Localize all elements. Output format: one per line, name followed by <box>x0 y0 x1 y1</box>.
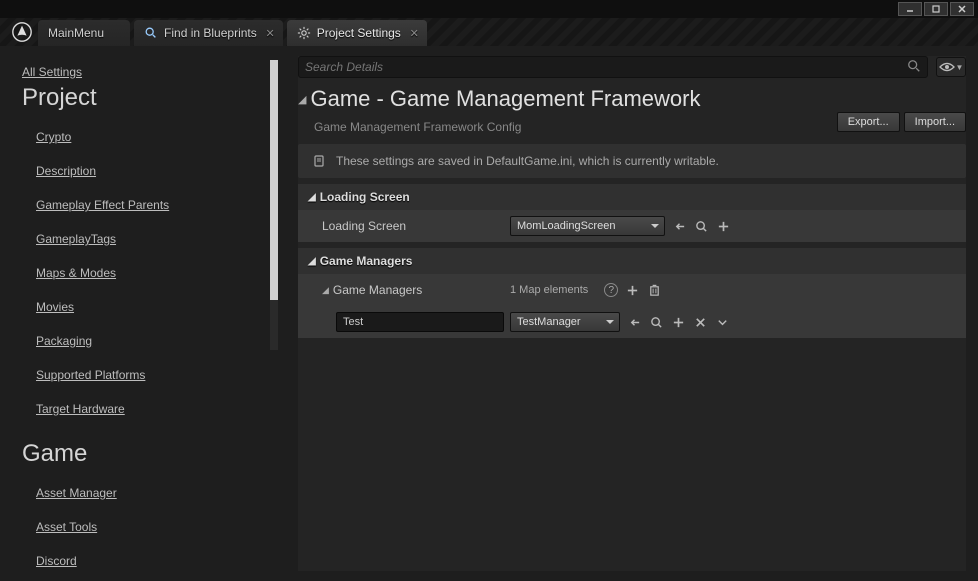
dropdown-more-icon[interactable] <box>714 314 730 330</box>
expand-icon[interactable]: ◢ <box>322 285 329 296</box>
sidebar-section-project: Project <box>22 84 290 112</box>
collapse-icon: ◢ <box>308 256 316 267</box>
sidebar-scrollbar-thumb[interactable] <box>270 60 278 300</box>
map-key-input[interactable] <box>336 312 504 332</box>
tab-bar: MainMenu Find in Blueprints ✕ Project Se… <box>0 18 978 46</box>
gear-icon <box>297 26 311 40</box>
section-collapse-toggle[interactable]: ◢ <box>298 93 306 106</box>
use-selected-asset-icon[interactable] <box>671 218 687 234</box>
sidebar-all-settings[interactable]: All Settings <box>22 60 290 84</box>
maximize-button[interactable] <box>924 2 948 16</box>
sidebar-item-target-hardware[interactable]: Target Hardware <box>36 397 290 421</box>
map-value-dropdown[interactable]: TestManager <box>510 312 620 332</box>
section-header-game-managers[interactable]: ◢ Game Managers <box>298 248 966 274</box>
clear-icon[interactable] <box>692 314 708 330</box>
search-icon <box>144 26 158 40</box>
sidebar-item-discord[interactable]: Discord <box>36 549 290 573</box>
tab-close-icon[interactable]: ✕ <box>266 27 275 40</box>
property-label-game-managers: ◢ Game Managers <box>298 283 510 297</box>
sidebar-item-packaging[interactable]: Packaging <box>36 329 290 353</box>
tab-close-icon[interactable]: ✕ <box>410 27 419 40</box>
map-element-count: 1 Map elements <box>510 284 588 296</box>
search-details-box[interactable] <box>298 56 928 78</box>
sidebar-section-game: Game <box>22 440 290 468</box>
search-icon <box>907 59 921 76</box>
search-input[interactable] <box>305 60 907 74</box>
page-title: Game - Game Management Framework <box>310 86 700 112</box>
add-new-icon[interactable] <box>715 218 731 234</box>
section-title: Loading Screen <box>320 190 410 204</box>
sidebar-item-gameplay-tags[interactable]: GameplayTags <box>36 227 290 251</box>
tab-label: MainMenu <box>48 26 104 40</box>
window-titlebar <box>0 0 978 18</box>
tab-project-settings[interactable]: Project Settings ✕ <box>287 20 427 46</box>
empty-map-icon[interactable] <box>646 282 662 298</box>
use-selected-asset-icon[interactable] <box>626 314 642 330</box>
settings-sidebar: All Settings Project Crypto Description … <box>0 46 298 581</box>
unreal-logo-icon <box>6 18 38 46</box>
main-area: All Settings Project Crypto Description … <box>0 46 978 581</box>
map-key-cell <box>298 312 510 332</box>
window-controls <box>896 2 974 16</box>
chevron-down-icon: ▼ <box>956 63 964 72</box>
minimize-button[interactable] <box>898 2 922 16</box>
sidebar-item-movies[interactable]: Movies <box>36 295 290 319</box>
add-element-icon[interactable] <box>624 282 640 298</box>
section-header-loading-screen[interactable]: ◢ Loading Screen <box>298 184 966 210</box>
sidebar-item-asset-tools[interactable]: Asset Tools <box>36 515 290 539</box>
close-button[interactable] <box>950 2 974 16</box>
import-button[interactable]: Import... <box>904 112 966 132</box>
tab-find-in-blueprints[interactable]: Find in Blueprints ✕ <box>134 20 283 46</box>
tab-label: Find in Blueprints <box>164 26 257 40</box>
export-button[interactable]: Export... <box>837 112 900 132</box>
help-icon[interactable]: ? <box>604 283 618 297</box>
sidebar-item-supported-platforms[interactable]: Supported Platforms <box>36 363 290 387</box>
info-bar: These settings are saved in DefaultGame.… <box>298 144 966 178</box>
section-title: Game Managers <box>320 254 413 268</box>
property-label-loading-screen: Loading Screen <box>298 219 510 233</box>
collapse-icon: ◢ <box>308 192 316 203</box>
browse-asset-icon[interactable] <box>648 314 664 330</box>
file-writable-icon <box>312 154 326 168</box>
loading-screen-dropdown[interactable]: MomLoadingScreen <box>510 216 665 236</box>
visibility-options-button[interactable]: ▼ <box>936 57 966 77</box>
sidebar-item-asset-manager[interactable]: Asset Manager <box>36 481 290 505</box>
add-new-icon[interactable] <box>670 314 686 330</box>
tab-label: Project Settings <box>317 26 401 40</box>
sidebar-item-description[interactable]: Description <box>36 159 290 183</box>
browse-asset-icon[interactable] <box>693 218 709 234</box>
sidebar-item-crypto[interactable]: Crypto <box>36 125 290 149</box>
tab-mainmenu[interactable]: MainMenu <box>38 20 130 46</box>
sidebar-item-gameplay-effect-parents[interactable]: Gameplay Effect Parents <box>36 193 290 217</box>
info-text: These settings are saved in DefaultGame.… <box>336 154 719 168</box>
settings-content: ▼ ◢ Game - Game Management Framework Gam… <box>298 56 966 571</box>
sidebar-item-maps-modes[interactable]: Maps & Modes <box>36 261 290 285</box>
